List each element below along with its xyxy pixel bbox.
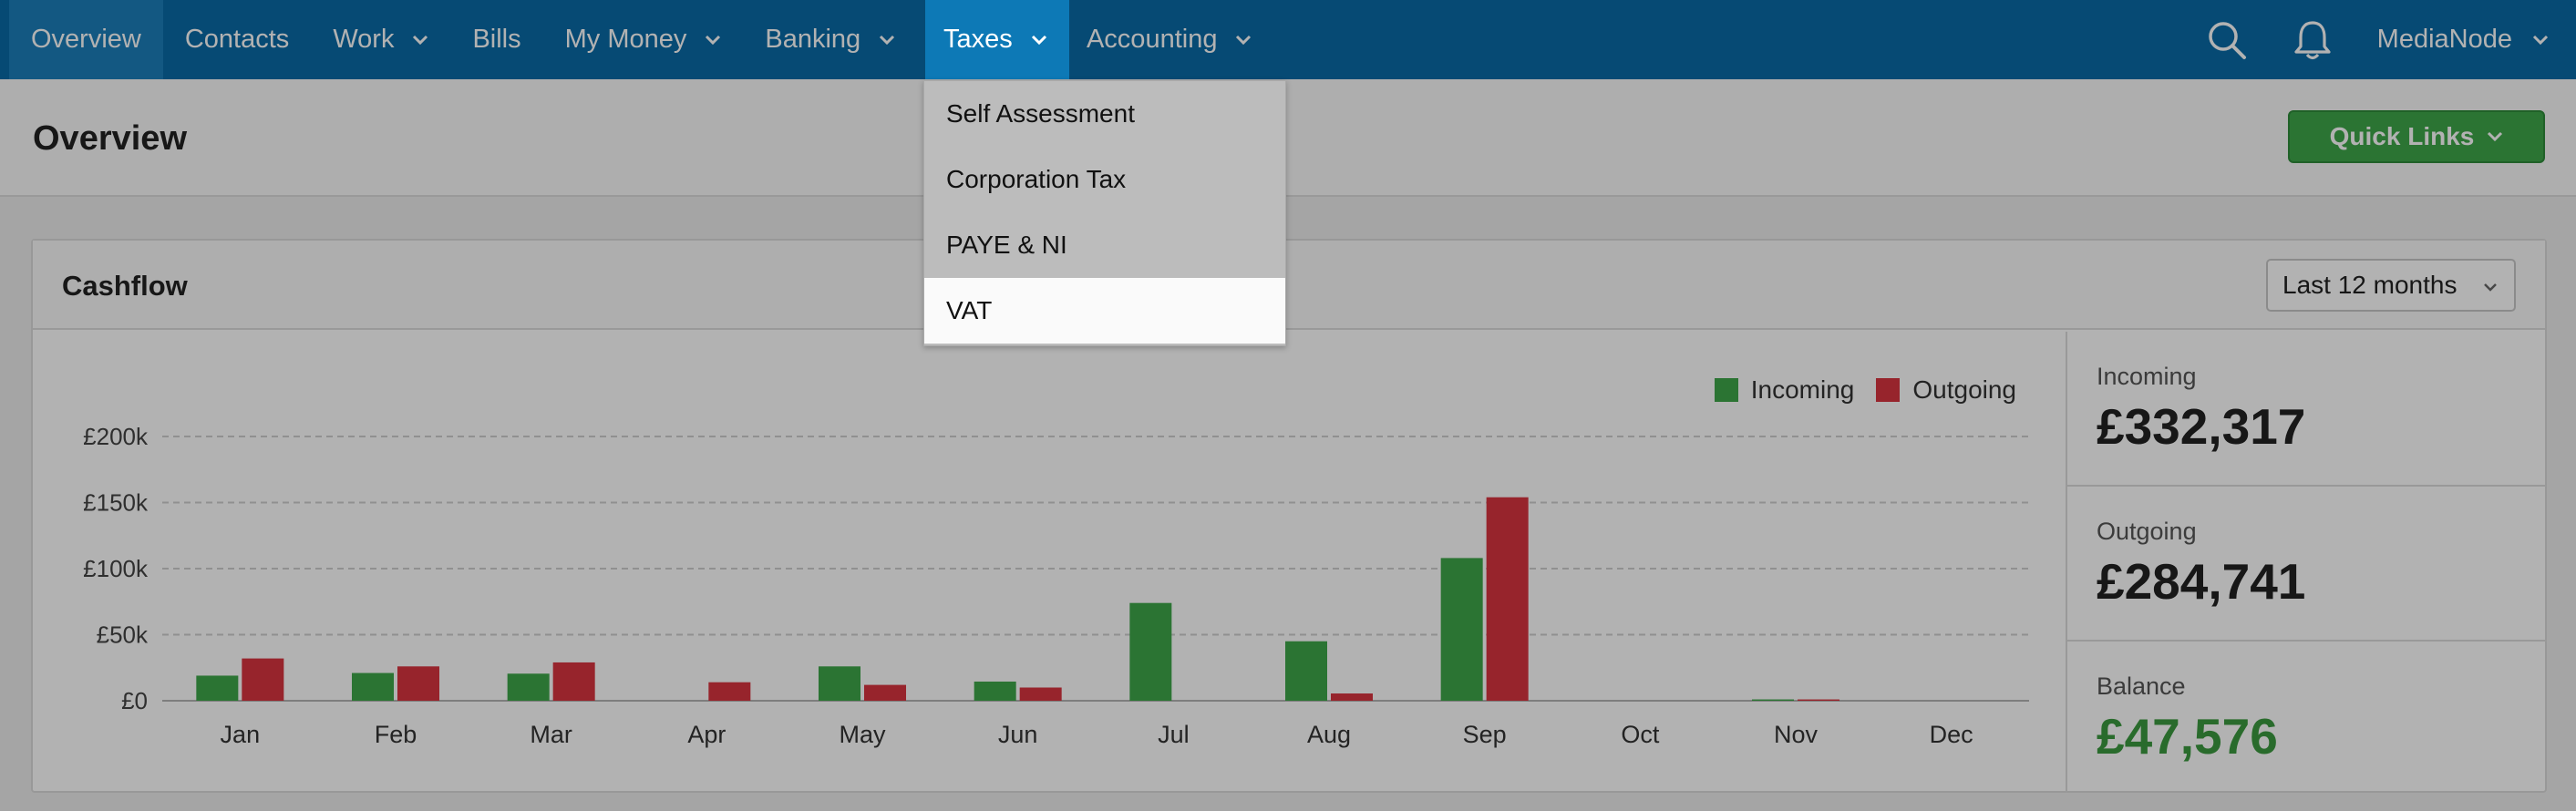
nav-item-label: My Money — [564, 25, 687, 54]
nav-item-contacts[interactable]: Contacts — [163, 0, 311, 79]
chevron-down-icon — [413, 35, 428, 45]
nav-item-label: Banking — [765, 25, 861, 54]
nav-item-overview[interactable]: Overview — [9, 0, 163, 79]
chevron-down-icon — [2532, 35, 2549, 45]
chevron-down-icon — [880, 35, 895, 45]
menu-item-self-assessment[interactable]: Self Assessment — [924, 81, 1285, 147]
bell-icon[interactable] — [2292, 19, 2334, 61]
nav-item-label: Overview — [31, 25, 141, 54]
nav-item-taxes-label: Taxes — [943, 25, 1013, 54]
nav-item-label: Accounting — [1086, 25, 1218, 54]
nav-item-taxes-open[interactable]: Taxes — [925, 0, 1069, 79]
menu-backdrop[interactable] — [0, 79, 2576, 811]
nav-right: MediaNode — [2206, 0, 2576, 79]
nav-item-label: Bills — [472, 25, 521, 54]
nav-item-work[interactable]: Work — [311, 0, 450, 79]
taxes-dropdown: Self Assessment Corporation Tax PAYE & NI V… — [923, 80, 1286, 346]
search-icon[interactable] — [2206, 19, 2248, 61]
chevron-down-icon — [1236, 35, 1252, 45]
account-name: MediaNode — [2376, 25, 2512, 54]
nav-item-label: Work — [333, 25, 395, 54]
top-nav: Overview Contacts Work Bills My Money Banking… — [0, 0, 2576, 79]
chevron-down-icon — [1031, 35, 1046, 45]
menu-item-corporation-tax[interactable]: Corporation Tax — [924, 147, 1285, 212]
menu-item-paye-ni[interactable]: PAYE & NI — [924, 212, 1285, 278]
chevron-down-icon — [706, 35, 721, 45]
nav-item-bills[interactable]: Bills — [450, 0, 542, 79]
account-menu[interactable]: MediaNode — [2377, 25, 2549, 55]
nav-item-my-money[interactable]: My Money — [543, 0, 744, 79]
nav-item-banking[interactable]: Banking — [743, 0, 917, 79]
nav-item-label: Contacts — [184, 25, 290, 54]
nav-item-accounting[interactable]: Accounting — [1065, 0, 1274, 79]
menu-item-vat[interactable]: VAT — [924, 278, 1285, 344]
nav-menu: Overview Contacts Work Bills My Money Banking… — [0, 0, 1273, 79]
